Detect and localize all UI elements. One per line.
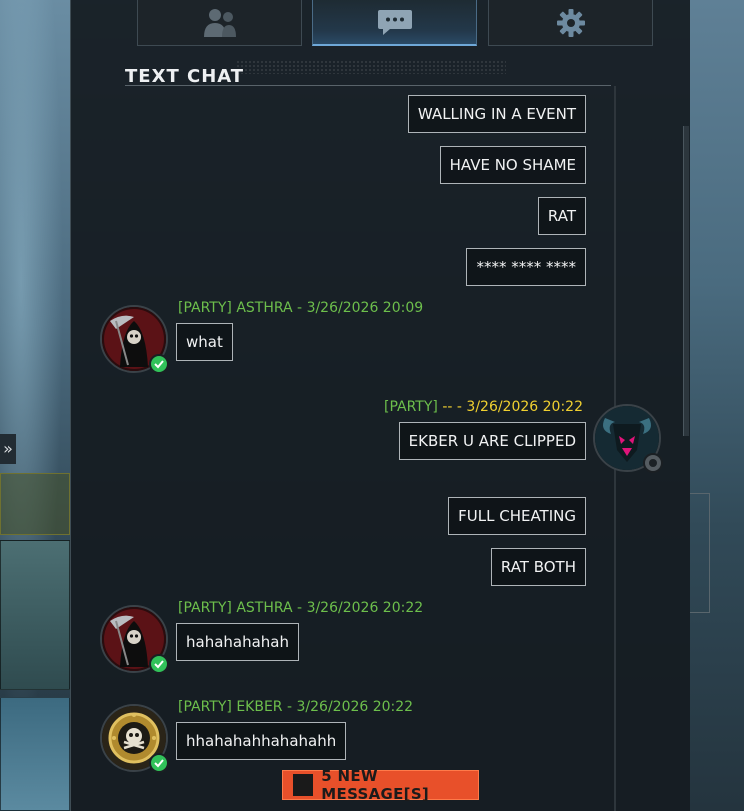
background-left <box>0 0 70 811</box>
channel-tag: [PARTY] <box>178 300 232 316</box>
timestamp: 3/26/2026 20:09 <box>306 300 424 316</box>
message-meta: [PARTY] ASTHRA - 3/26/2026 20:09 <box>178 300 424 316</box>
online-status-icon <box>149 753 169 773</box>
chat-message: what <box>176 323 233 361</box>
gear-icon <box>556 8 585 37</box>
chat-message: FULL CHEATING <box>448 497 586 535</box>
new-messages-button[interactable]: 5 NEW MESSAGE[S] <box>282 767 479 803</box>
message-meta: [PARTY] ASTHRA - 3/26/2026 20:22 <box>178 600 424 616</box>
chat-message: HAVE NO SHAME <box>439 146 586 184</box>
divider <box>125 85 611 86</box>
chat-message: **** **** **** <box>466 248 586 286</box>
chat-message: RAT BOTH <box>490 548 586 586</box>
message-meta: [PARTY] EKBER - 3/26/2026 20:22 <box>178 699 414 715</box>
message-meta: [PARTY] -- - 3/26/2026 20:22 <box>384 399 583 415</box>
timestamp: 3/26/2026 20:22 <box>296 699 414 715</box>
new-messages-icon <box>293 774 314 796</box>
sender-name[interactable]: ASTHRA <box>236 600 292 616</box>
panel-scrollbar[interactable] <box>683 126 689 436</box>
timestamp: 3/26/2026 20:22 <box>466 399 583 415</box>
chat-message: hhahahahhahahahh <box>176 722 347 760</box>
ghost-text <box>121 42 128 65</box>
timestamp: 3/26/2026 20:22 <box>306 600 424 616</box>
online-status-icon <box>149 354 169 374</box>
channel-tag: [PARTY] <box>178 699 232 715</box>
tab-chat[interactable] <box>312 0 477 46</box>
sender-name[interactable]: ASTHRA <box>236 300 292 316</box>
background-right <box>690 0 744 811</box>
heading-pattern <box>236 60 506 74</box>
social-panel: TEXT CHAT WALLING IN A EVENT HAVE NO SHA… <box>70 0 690 811</box>
tab-settings[interactable] <box>488 0 653 46</box>
chat-message: RAT <box>537 197 586 235</box>
new-messages-label: 5 NEW MESSAGE[S] <box>321 767 430 803</box>
sender-name[interactable]: -- <box>442 399 452 415</box>
tab-friends[interactable] <box>137 0 302 46</box>
sender-name[interactable]: EKBER <box>236 699 282 715</box>
background-card <box>0 473 70 535</box>
chat-message: WALLING IN A EVENT <box>407 95 586 133</box>
chat-message: hahahahahah <box>176 623 300 661</box>
online-status-icon <box>149 654 169 674</box>
chat-bubble-icon <box>377 10 412 35</box>
channel-tag: [PARTY] <box>178 600 232 616</box>
background-frame <box>690 493 710 613</box>
users-icon <box>203 8 236 37</box>
background-card <box>0 540 70 690</box>
offline-status-icon <box>643 453 663 473</box>
section-title: TEXT CHAT <box>125 66 245 87</box>
channel-tag: [PARTY] <box>384 399 438 415</box>
collapse-panel-button[interactable]: » <box>0 434 16 464</box>
background-card <box>0 697 70 811</box>
chat-message: EKBER U ARE CLIPPED <box>398 422 586 460</box>
